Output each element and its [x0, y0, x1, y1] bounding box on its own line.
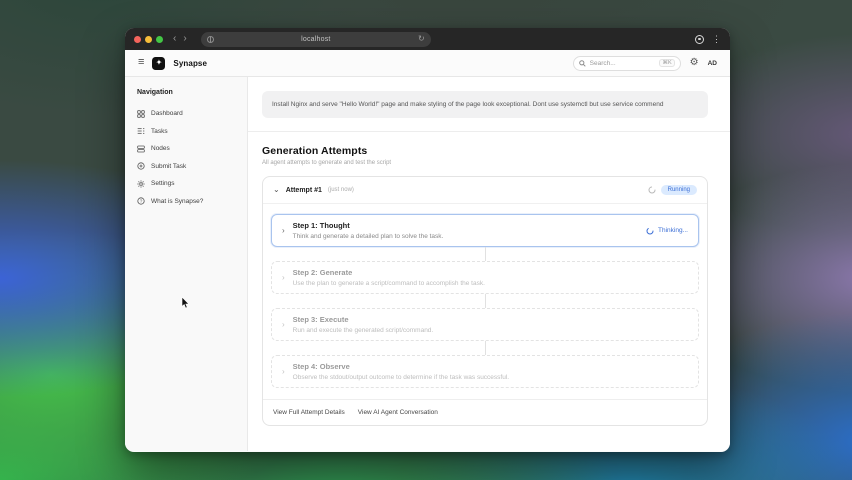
sidebar-item-label: What is Synapse? [151, 198, 203, 205]
sidebar-item-dashboard[interactable]: Dashboard [137, 105, 235, 123]
step-card-observe[interactable]: › Step 4: Observe Observe the stdout/out… [271, 355, 699, 388]
chevron-right-icon[interactable]: › [282, 227, 285, 235]
search-icon [579, 60, 586, 67]
sidebar-item-nodes[interactable]: Nodes [137, 140, 235, 158]
sidebar-item-label: Tasks [151, 128, 168, 135]
attempt-timestamp: (just now) [328, 187, 354, 193]
steps-list: › Step 1: Thought Think and generate a d… [263, 204, 707, 388]
content-divider [248, 131, 730, 132]
chevron-down-icon[interactable]: ⌄ [273, 186, 280, 194]
app-title: Synapse [173, 59, 207, 68]
step-title: Step 1: Thought [293, 221, 444, 230]
step-connector [485, 341, 486, 355]
page-title: Generation Attempts [262, 145, 708, 157]
nodes-stack-icon [137, 145, 145, 153]
step-card-thought[interactable]: › Step 1: Thought Think and generate a d… [271, 214, 699, 247]
step-connector [485, 294, 486, 308]
sidebar-item-what-is-synapse[interactable]: ? What is Synapse? [137, 193, 235, 211]
traffic-lights [134, 36, 163, 43]
sidebar-item-tasks[interactable]: Tasks [137, 123, 235, 141]
step-subtitle: Run and execute the generated script/com… [293, 327, 434, 334]
spinner-icon [648, 186, 656, 194]
synapse-logo-icon[interactable]: ✦ [152, 57, 165, 70]
step-connector [485, 247, 486, 261]
settings-gear-icon[interactable]: ⚙ [690, 58, 699, 68]
submit-plus-icon [137, 162, 145, 170]
url-text: localhost [214, 36, 418, 43]
task-description: Install Nginx and serve "Hello World!" p… [262, 91, 708, 118]
sidebar-item-label: Settings [151, 180, 175, 187]
user-avatar[interactable]: AD [708, 60, 717, 67]
browser-menu-icon[interactable]: ⋮ [712, 35, 721, 44]
reload-icon[interactable]: ↻ [418, 35, 425, 43]
attempt-header[interactable]: ⌄ Attempt #1 (just now) Running [263, 177, 707, 204]
step-card-generate[interactable]: › Step 2: Generate Use the plan to gener… [271, 261, 699, 294]
step-subtitle: Think and generate a detailed plan to so… [293, 233, 444, 240]
svg-text:?: ? [140, 199, 143, 204]
browser-window: ‹ › localhost ↻ ⋮ ≡ ✦ Synapse ⌘K ⚙ AD [125, 28, 730, 452]
address-bar[interactable]: localhost ↻ [201, 32, 431, 47]
site-favicon-icon [207, 36, 214, 43]
step-card-execute[interactable]: › Step 3: Execute Run and execute the ge… [271, 308, 699, 341]
search-shortcut-badge: ⌘K [659, 59, 674, 67]
chevron-right-icon[interactable]: › [282, 321, 285, 329]
chevron-right-icon[interactable]: › [282, 368, 285, 376]
settings-gear-icon [137, 180, 145, 188]
browser-back-button[interactable]: ‹ [173, 34, 176, 44]
search-input[interactable] [590, 60, 656, 67]
sidebar-item-settings[interactable]: Settings [137, 175, 235, 193]
main-content: Install Nginx and serve "Hello World!" p… [248, 77, 730, 451]
sidebar-section-label: Navigation [137, 89, 235, 96]
view-full-attempt-details-link[interactable]: View Full Attempt Details [273, 409, 345, 416]
sidebar-toggle-icon[interactable]: ≡ [138, 57, 144, 68]
step-title: Step 4: Observe [293, 362, 509, 371]
attempt-card: ⌄ Attempt #1 (just now) Running › Step 1… [262, 176, 708, 426]
maximize-window-button[interactable] [156, 36, 163, 43]
chevron-right-icon[interactable]: › [282, 274, 285, 282]
sidebar: Navigation Dashboard Tasks Nodes Submit … [125, 77, 248, 451]
status-badge: Running [661, 185, 697, 195]
help-circle-icon: ? [137, 197, 145, 205]
dashboard-grid-icon [137, 110, 145, 118]
minimize-window-button[interactable] [145, 36, 152, 43]
step-subtitle: Observe the stdout/output outcome to det… [293, 374, 509, 381]
sidebar-item-submit-task[interactable]: Submit Task [137, 158, 235, 176]
page-subtitle: All agent attempts to generate and test … [262, 160, 708, 166]
close-window-button[interactable] [134, 36, 141, 43]
browser-forward-button[interactable]: › [183, 34, 186, 44]
sidebar-item-label: Nodes [151, 145, 170, 152]
sidebar-item-label: Dashboard [151, 110, 183, 117]
search-box[interactable]: ⌘K [573, 56, 681, 71]
view-ai-agent-conversation-link[interactable]: View AI Agent Conversation [358, 409, 438, 416]
step-title: Step 3: Execute [293, 315, 434, 324]
attempt-title: Attempt #1 [286, 187, 322, 194]
step-subtitle: Use the plan to generate a script/comman… [293, 280, 485, 287]
browser-titlebar: ‹ › localhost ↻ ⋮ [125, 28, 730, 50]
tasks-list-icon [137, 127, 145, 135]
thinking-spinner-icon [646, 227, 654, 235]
step-status-text: Thinking... [658, 227, 688, 234]
mouse-cursor [181, 297, 190, 309]
browser-profile-icon[interactable] [695, 35, 704, 44]
sidebar-item-label: Submit Task [151, 163, 186, 170]
app-header: ≡ ✦ Synapse ⌘K ⚙ AD [125, 50, 730, 77]
step-title: Step 2: Generate [293, 268, 485, 277]
attempt-footer: View Full Attempt Details View AI Agent … [263, 399, 707, 425]
